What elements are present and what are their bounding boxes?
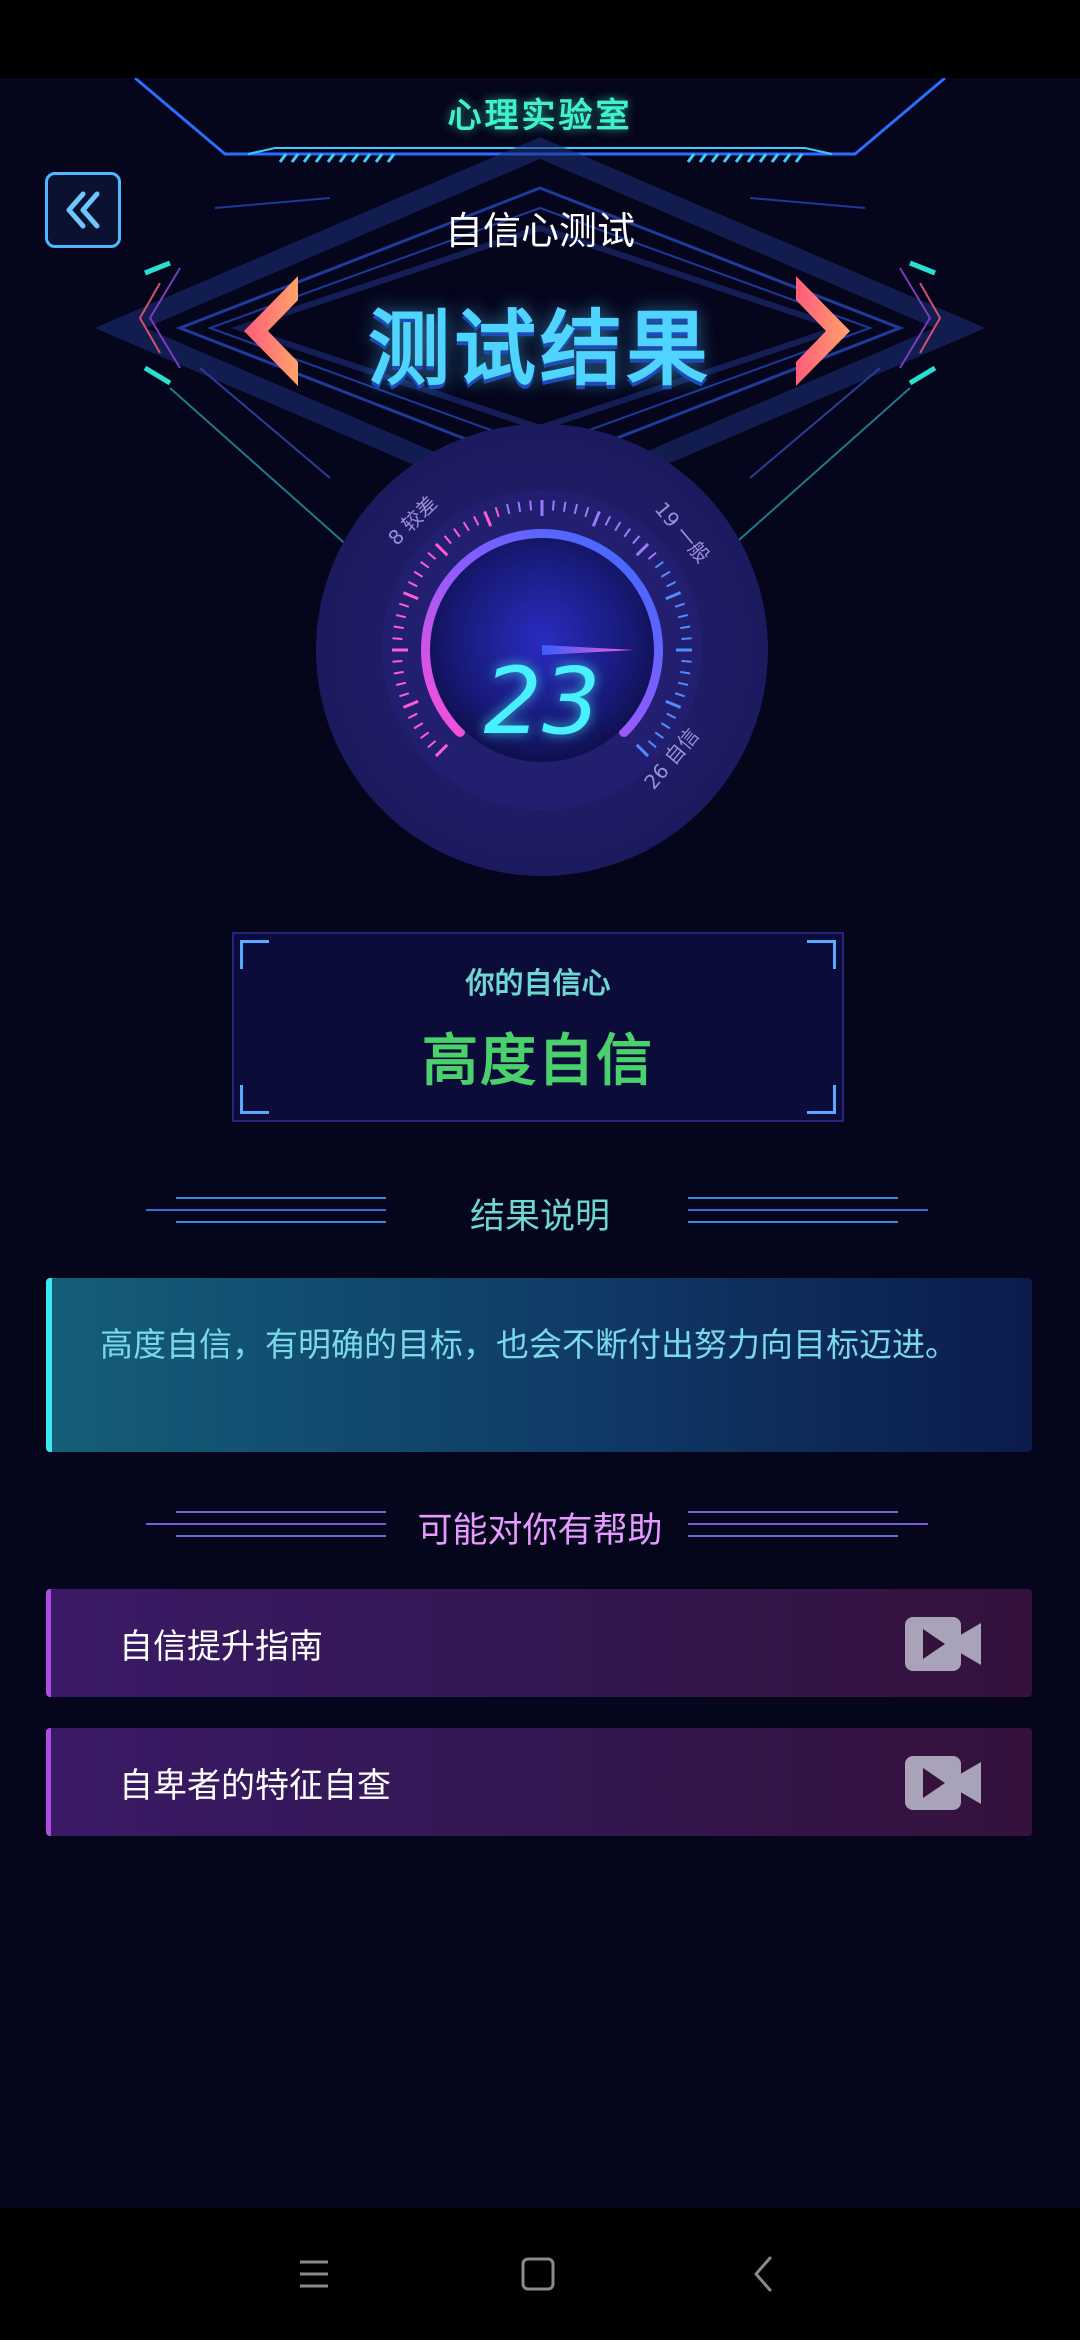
test-name: 自信心测试 xyxy=(444,209,635,253)
menu-icon[interactable] xyxy=(278,2238,350,2310)
gauge-tick xyxy=(681,637,692,641)
help-item-label: 自信提升指南 xyxy=(119,1627,323,1667)
video-icon xyxy=(905,1617,981,1671)
video-icon xyxy=(905,1756,981,1810)
gauge-score: 23 xyxy=(483,648,601,755)
app-title: 心理实验室 xyxy=(447,96,633,136)
help-item-label: 自卑者的特征自查 xyxy=(119,1766,391,1806)
back-chevron-icon[interactable] xyxy=(728,2238,800,2310)
help-item-self-check[interactable]: 自卑者的特征自查 xyxy=(46,1728,1032,1836)
explanation-box: 高度自信，有明确的目标，也会不断付出努力向目标迈进。 xyxy=(46,1278,1032,1452)
help-item-confidence-guide[interactable]: 自信提升指南 xyxy=(46,1589,1032,1697)
status-bar xyxy=(0,0,1080,78)
square-home-icon[interactable] xyxy=(502,2238,574,2310)
gauge-tick xyxy=(551,500,555,511)
result-level: 高度自信 xyxy=(422,1029,654,1094)
gauge-tick xyxy=(392,637,403,641)
screen: 心理实验室 自信心测试 测试结果 8 较差 19 一般 26 自信 23 你的自… xyxy=(0,0,1080,2340)
chevron-right-icon xyxy=(796,276,850,386)
result-card: 你的自信心 高度自信 xyxy=(232,932,844,1122)
explanation-text: 高度自信，有明确的目标，也会不断付出努力向目标迈进。 xyxy=(100,1325,958,1364)
result-heading: 测试结果 xyxy=(367,302,712,397)
next-arrow-button[interactable] xyxy=(790,276,850,386)
result-card-label: 你的自信心 xyxy=(465,966,611,1000)
help-section-header: 可能对你有帮助 xyxy=(0,1494,1080,1554)
gauge-tick xyxy=(529,500,533,511)
divider-lines-right xyxy=(688,1197,928,1223)
explanation-section-header: 结果说明 xyxy=(0,1180,1080,1240)
divider-lines-right xyxy=(688,1511,928,1537)
